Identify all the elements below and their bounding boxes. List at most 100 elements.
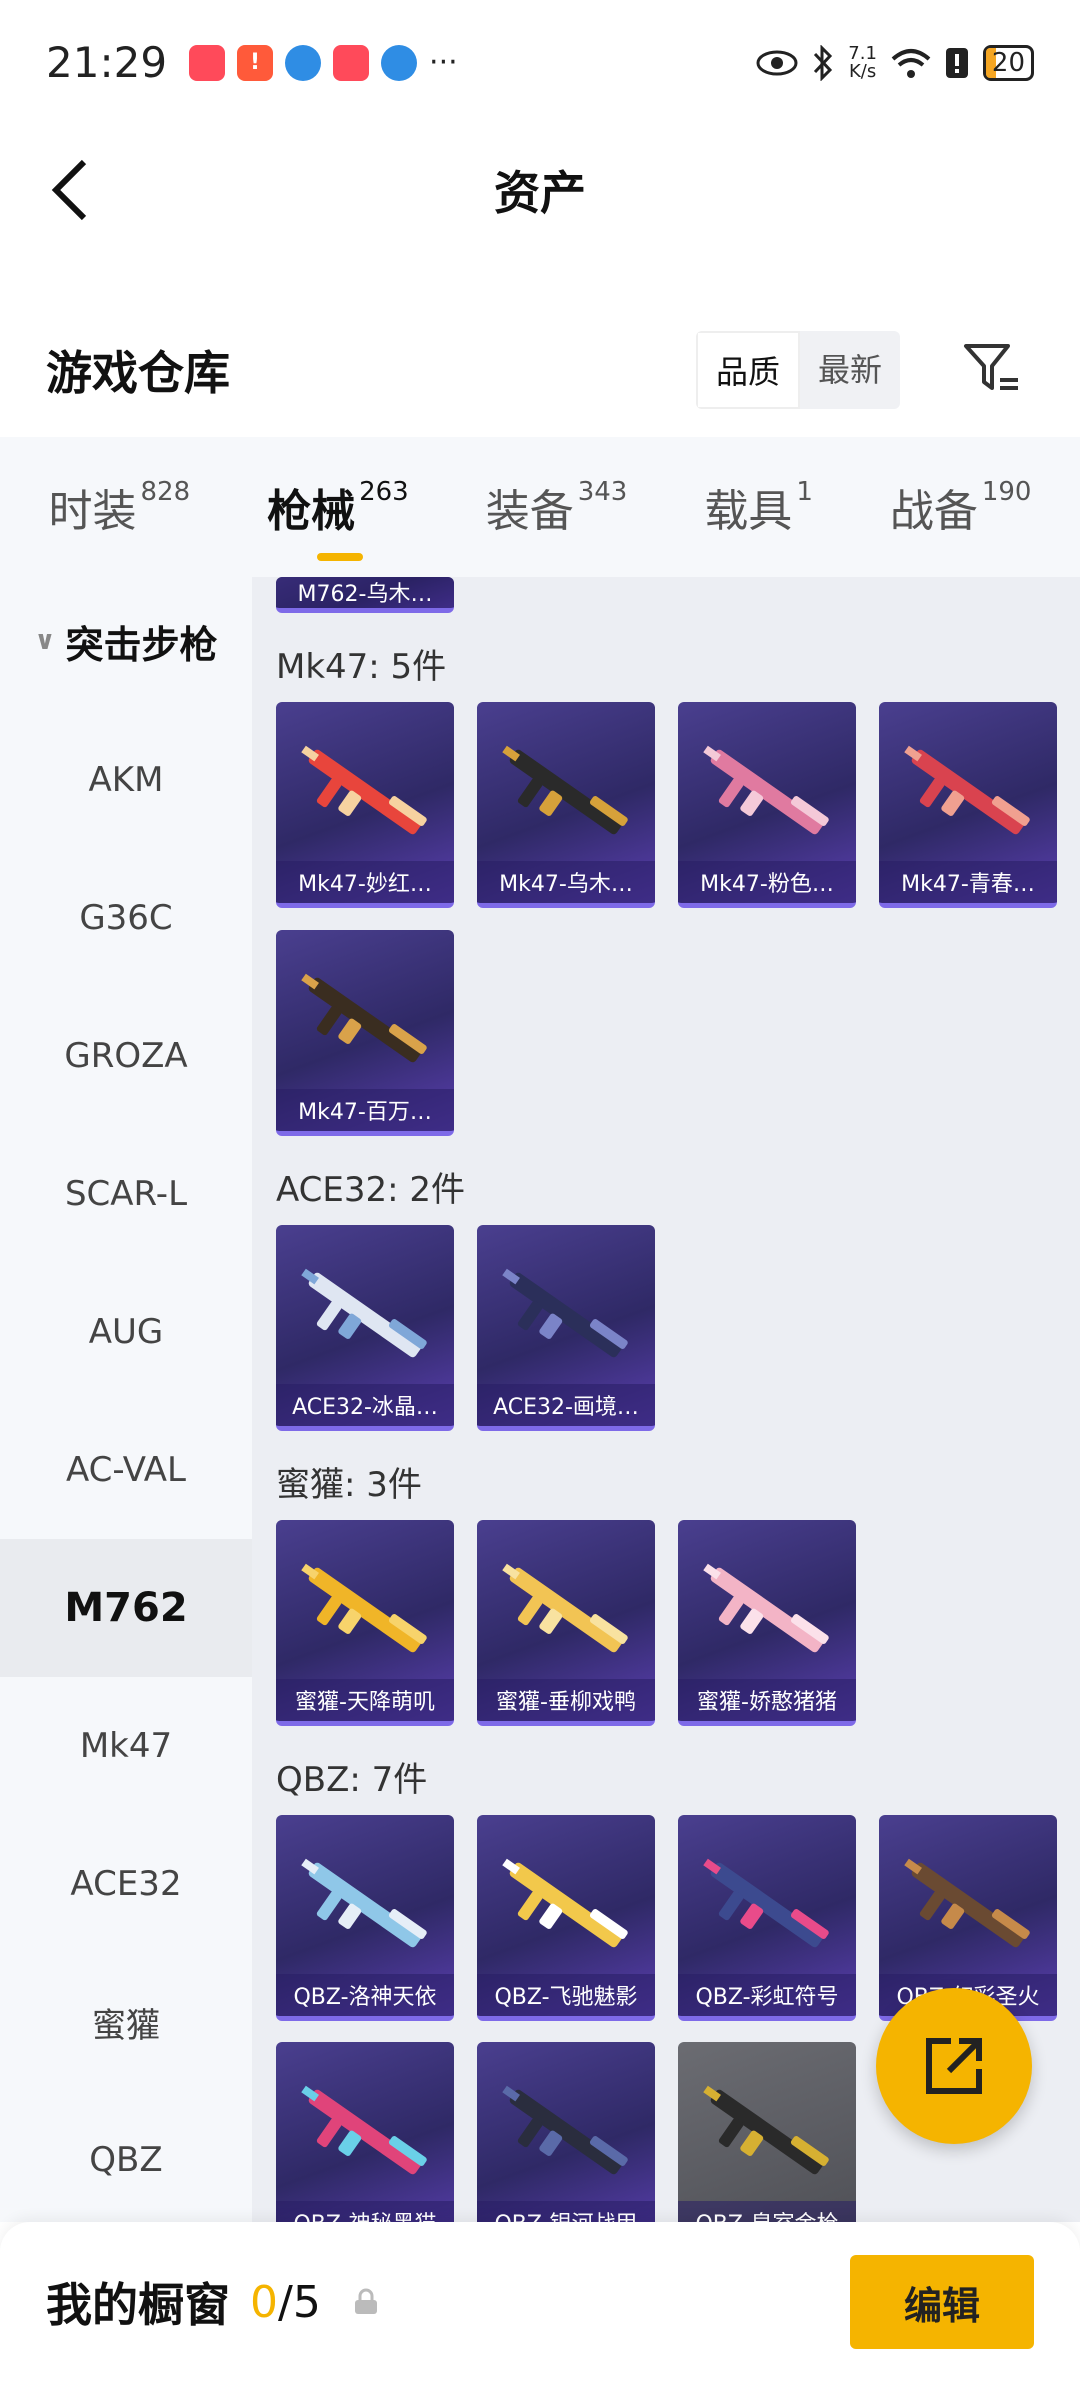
share-icon [926, 2038, 982, 2094]
sidebar-item-akm[interactable]: AKM [0, 711, 252, 849]
tab-equipment[interactable]: 装备 343 [486, 475, 628, 539]
sidebar-item-groza[interactable]: GROZA [0, 987, 252, 1125]
showcase-bar: 我的橱窗 0/5 编辑 [0, 2222, 1080, 2382]
group-title: 蜜獾: 3件 [276, 1465, 422, 1505]
sidebar-item-scar-l[interactable]: SCAR-L [0, 1125, 252, 1263]
rifle-icon [703, 1563, 829, 1653]
weapon-card-label: M762-乌木… [276, 577, 454, 608]
status-time: 21:29 [46, 38, 168, 87]
wifi-icon [891, 48, 931, 78]
weapon-card[interactable]: QBZ-银河战甲 [477, 2042, 655, 2222]
lock-icon [351, 2287, 381, 2317]
weapon-card[interactable]: Mk47-青春… [879, 702, 1057, 908]
eye-icon [756, 50, 798, 75]
rifle-icon [502, 1563, 628, 1653]
shopping-app-icon [333, 44, 370, 81]
shopping-app-icon [189, 44, 226, 81]
rifle-icon [904, 1858, 1030, 1948]
rifle-icon [502, 2085, 628, 2175]
rifle-icon [703, 745, 829, 835]
weapon-card-label: Mk47-妙红… [276, 861, 454, 903]
weapon-card-label: 蜜獾-垂柳戏鸭 [477, 1679, 655, 1721]
group-title: ACE32: 2件 [276, 1170, 466, 1210]
rifle-icon [301, 973, 427, 1063]
more-notifications-icon: ··· [429, 45, 458, 80]
tab-fashion[interactable]: 时装 828 [48, 475, 190, 539]
network-speed: 7.1 K/s [848, 42, 877, 82]
sidebar-item-mk47[interactable]: Mk47 [0, 1677, 252, 1815]
weapon-card[interactable]: ACE32-冰晶… [276, 1225, 454, 1431]
status-indicators: 7.1 K/s 20 [756, 42, 1034, 82]
rifle-icon [502, 1268, 628, 1358]
warehouse-title: 游戏仓库 [46, 346, 230, 400]
tab-firearms[interactable]: 枪械 263 [267, 475, 409, 561]
sidebar-item-m762[interactable]: M762 [0, 1539, 252, 1677]
sidebar-item-honey-badger[interactable]: 蜜獾 [0, 1953, 252, 2091]
category-tabs: 时装 828 枪械 263 装备 343 载具 1 战备 190 [0, 437, 1080, 577]
browser-app-icon [285, 44, 322, 81]
rifle-icon [301, 1563, 427, 1653]
weapon-card[interactable]: Mk47-妙红… [276, 702, 454, 908]
weapon-card-label: Mk47-粉色… [678, 861, 856, 903]
chevron-left-icon [51, 159, 87, 221]
weapon-card-label: 蜜獾-娇憨猪猪 [678, 1679, 856, 1721]
weapon-card-label: QBZ-皇室金枪 [678, 2201, 856, 2222]
weapon-card[interactable]: ACE32-画境… [477, 1225, 655, 1431]
tab-gear[interactable]: 战备 190 [890, 475, 1032, 539]
weapon-card-label: QBZ-飞驰魅影 [477, 1974, 655, 2016]
weapon-card[interactable]: M762-乌木… [276, 577, 454, 613]
share-button[interactable] [876, 1988, 1032, 2144]
sort-newest-option[interactable]: 最新 [800, 331, 900, 409]
weapon-card[interactable]: 蜜獾-垂柳戏鸭 [477, 1520, 655, 1726]
rifle-icon [301, 1858, 427, 1948]
status-bar: 21:29 ! ··· 7.1 K/s 20 [0, 0, 1080, 125]
sidebar-item-qbz[interactable]: QBZ [0, 2091, 252, 2222]
sidebar-item-aug[interactable]: AUG [0, 1263, 252, 1401]
showcase-title: 我的橱窗 [46, 2278, 230, 2332]
browser-app-icon [381, 44, 418, 81]
battery-indicator: 20 [982, 44, 1034, 81]
weapon-card-label: QBZ-彩虹符号 [678, 1974, 856, 2016]
active-tab-indicator [317, 553, 364, 561]
weapon-sidebar: ∨ 突击步枪 AKM G36C GROZA SCAR-L AUG AC-VAL … [0, 577, 252, 2222]
rifle-icon [703, 1858, 829, 1948]
weapon-card[interactable]: QBZ-皇室金枪 [678, 2042, 856, 2222]
sidebar-item-g36c[interactable]: G36C [0, 849, 252, 987]
rifle-icon [904, 745, 1030, 835]
tab-vehicles[interactable]: 载具 1 [704, 475, 813, 539]
weapon-card[interactable]: 蜜獾-天降萌叽 [276, 1520, 454, 1726]
rifle-icon [502, 745, 628, 835]
weapon-card[interactable]: QBZ-神秘黑猫 [276, 2042, 454, 2222]
sidebar-item-ace32[interactable]: ACE32 [0, 1815, 252, 1953]
chevron-down-icon: ∨ [34, 626, 56, 656]
filter-button[interactable] [960, 338, 1024, 402]
weapon-card[interactable]: Mk47-粉色… [678, 702, 856, 908]
rifle-icon [301, 745, 427, 835]
showcase-count: 0/5 [250, 2276, 321, 2328]
sort-quality-option[interactable]: 品质 [695, 331, 800, 409]
weapon-card[interactable]: Mk47-百万… [276, 930, 454, 1136]
weapon-card[interactable]: 蜜獾-娇憨猪猪 [678, 1520, 856, 1726]
edit-button[interactable]: 编辑 [850, 2255, 1034, 2349]
page-title: 资产 [494, 166, 586, 220]
weapon-card[interactable]: Mk47-乌木… [477, 702, 655, 908]
weapon-card-label: ACE32-冰晶… [276, 1384, 454, 1426]
back-button[interactable] [40, 155, 100, 225]
weapon-card-label: QBZ-神秘黑猫 [276, 2201, 454, 2222]
alert-app-icon: ! [237, 44, 274, 81]
rifle-icon [502, 1858, 628, 1948]
weapon-card[interactable]: QBZ-洛神天依 [276, 1815, 454, 2021]
weapon-card-label: Mk47-青春… [879, 861, 1057, 903]
weapon-card-label: ACE32-画境… [477, 1384, 655, 1426]
bluetooth-icon [814, 44, 833, 81]
weapon-card-label: Mk47-百万… [276, 1089, 454, 1131]
group-title: Mk47: 5件 [276, 647, 447, 687]
page-header: 资产 [0, 125, 1080, 255]
sidebar-category-assault-rifles[interactable]: ∨ 突击步枪 [0, 577, 252, 711]
weapon-card-label: QBZ-洛神天依 [276, 1974, 454, 2016]
weapon-card[interactable]: QBZ-飞驰魅影 [477, 1815, 655, 2021]
rifle-icon [301, 2085, 427, 2175]
weapon-card[interactable]: QBZ-彩虹符号 [678, 1815, 856, 2021]
sidebar-item-ac-val[interactable]: AC-VAL [0, 1401, 252, 1539]
rifle-icon [301, 1268, 427, 1358]
